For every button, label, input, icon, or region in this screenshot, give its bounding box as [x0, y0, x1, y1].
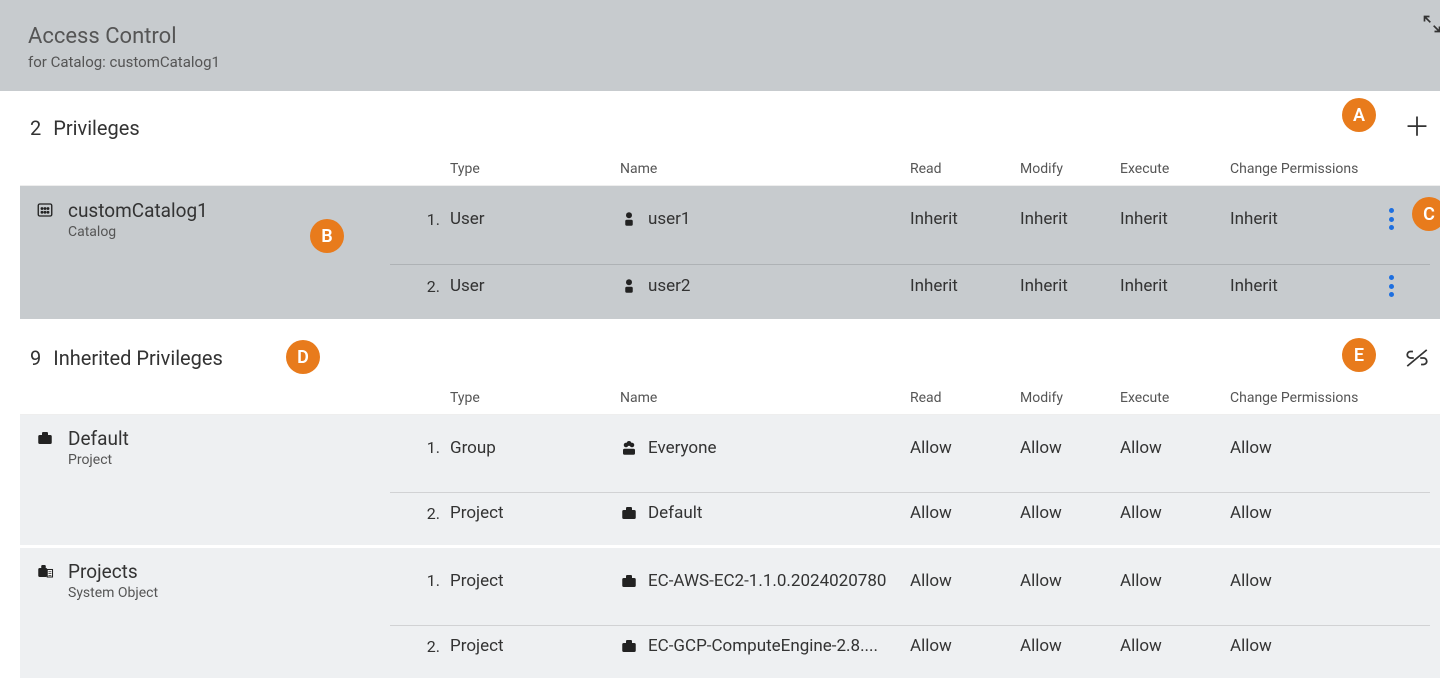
project-icon	[620, 572, 638, 590]
system-icon	[36, 562, 56, 582]
row-name: Default	[620, 503, 910, 523]
perm-read[interactable]: Allow	[910, 438, 1020, 458]
group-name: Projects	[68, 560, 158, 583]
perm-cp[interactable]: Allow	[1230, 571, 1380, 591]
row-actions-icon[interactable]	[1388, 275, 1394, 297]
row-type: Project	[450, 636, 620, 656]
catalog-icon	[36, 201, 56, 221]
inherited-count: 9	[30, 346, 41, 370]
group-icon	[620, 439, 638, 457]
break-inheritance-icon[interactable]	[1404, 348, 1430, 368]
group-subtype: System Object	[68, 585, 158, 601]
inherited-section: 9 Inherited Privileges Type Name Read	[20, 322, 1440, 678]
group-name: Default	[68, 427, 129, 450]
row-type: Group	[450, 438, 620, 458]
perm-execute[interactable]: Allow	[1120, 636, 1230, 656]
group-subtype: Project	[68, 452, 129, 468]
row-type: User	[450, 209, 620, 229]
privilege-row: 2.ProjectDefaultAllowAllowAllowAllow	[20, 480, 1440, 545]
row-actions-icon[interactable]	[1388, 208, 1394, 230]
privilege-row: Default Project1.GroupEveryoneAllowAllow…	[20, 415, 1440, 480]
privileges-table-header: Type Name Read Modify Execute Change Per…	[20, 153, 1440, 186]
perm-read[interactable]: Inherit	[910, 276, 1020, 296]
row-index: 2.	[390, 637, 450, 656]
col-read: Read	[910, 161, 1020, 177]
col-execute: Execute	[1120, 161, 1230, 177]
row-index: 2.	[390, 504, 450, 523]
add-privilege-button[interactable]: ＋	[1404, 115, 1430, 141]
inherited-title: Inherited Privileges	[53, 346, 223, 370]
row-name: Everyone	[620, 438, 910, 458]
perm-cp[interactable]: Inherit	[1230, 276, 1380, 296]
perm-modify[interactable]: Allow	[1020, 636, 1120, 656]
panel-header: Access Control for Catalog: customCatalo…	[0, 0, 1440, 91]
privileges-title: Privileges	[53, 116, 139, 140]
inherited-table-header: Type Name Read Modify Execute Change Per…	[20, 382, 1440, 415]
col-modify: Modify	[1020, 390, 1120, 406]
panel-subtitle: for Catalog: customCatalog1	[28, 53, 1432, 71]
col-type: Type	[450, 390, 620, 406]
row-type: User	[450, 276, 620, 296]
perm-execute[interactable]: Allow	[1120, 503, 1230, 523]
col-read: Read	[910, 390, 1020, 406]
col-type: Type	[450, 161, 620, 177]
perm-cp[interactable]: Allow	[1230, 636, 1380, 656]
col-name: Name	[620, 390, 910, 406]
privilege-group: customCatalog1 Catalog1.Useruser1Inherit…	[20, 186, 1440, 319]
col-name: Name	[620, 161, 910, 177]
project-icon	[620, 504, 638, 522]
perm-read[interactable]: Allow	[910, 503, 1020, 523]
row-type: Project	[450, 503, 620, 523]
perm-modify[interactable]: Inherit	[1020, 276, 1120, 296]
col-change-permissions: Change Permissions	[1230, 390, 1380, 406]
privilege-row: customCatalog1 Catalog1.Useruser1Inherit…	[20, 186, 1440, 252]
row-index: 1.	[390, 438, 450, 457]
perm-modify[interactable]: Allow	[1020, 571, 1120, 591]
privilege-row: 2.ProjectEC-GCP-ComputeEngine-2.8....All…	[20, 613, 1440, 678]
row-name: EC-GCP-ComputeEngine-2.8....	[620, 636, 910, 656]
user-icon	[620, 277, 638, 295]
perm-execute[interactable]: Allow	[1120, 438, 1230, 458]
perm-cp[interactable]: Allow	[1230, 438, 1380, 458]
perm-cp[interactable]: Allow	[1230, 503, 1380, 523]
row-index: 1.	[390, 571, 450, 590]
row-index: 2.	[390, 277, 450, 296]
privilege-row: Projects System Object 1.ProjectEC-AWS-EC…	[20, 548, 1440, 613]
perm-execute[interactable]: Inherit	[1120, 209, 1230, 229]
privileges-count: 2	[30, 116, 41, 140]
row-type: Project	[450, 571, 620, 591]
privilege-row: 2.Useruser2InheritInheritInheritInherit	[20, 252, 1440, 319]
row-name: user2	[620, 276, 910, 296]
privilege-group: Projects System Object1.ProjectEC-AWS-EC…	[20, 548, 1440, 678]
perm-cp[interactable]: Inherit	[1230, 209, 1380, 229]
privilege-group: Default Project1.GroupEveryoneAllowAllow…	[20, 415, 1440, 545]
perm-execute[interactable]: Inherit	[1120, 276, 1230, 296]
group-subtype: Catalog	[68, 224, 208, 240]
col-modify: Modify	[1020, 161, 1120, 177]
project-icon	[36, 429, 56, 449]
perm-modify[interactable]: Allow	[1020, 503, 1120, 523]
col-execute: Execute	[1120, 390, 1230, 406]
col-change-permissions: Change Permissions	[1230, 161, 1380, 177]
expand-icon[interactable]	[1422, 14, 1440, 34]
panel-title: Access Control	[28, 24, 1432, 49]
group-name: customCatalog1	[68, 199, 208, 222]
perm-execute[interactable]: Allow	[1120, 571, 1230, 591]
perm-modify[interactable]: Inherit	[1020, 209, 1120, 229]
row-name: user1	[620, 209, 910, 229]
row-index: 1.	[390, 210, 450, 229]
perm-read[interactable]: Allow	[910, 636, 1020, 656]
row-name: EC-AWS-EC2-1.1.0.2024020780	[620, 571, 910, 591]
project-icon	[620, 637, 638, 655]
perm-read[interactable]: Allow	[910, 571, 1020, 591]
privileges-section: 2 Privileges ＋ Type Name Read Modify Exe…	[20, 91, 1440, 319]
user-icon	[620, 210, 638, 228]
perm-read[interactable]: Inherit	[910, 209, 1020, 229]
perm-modify[interactable]: Allow	[1020, 438, 1120, 458]
